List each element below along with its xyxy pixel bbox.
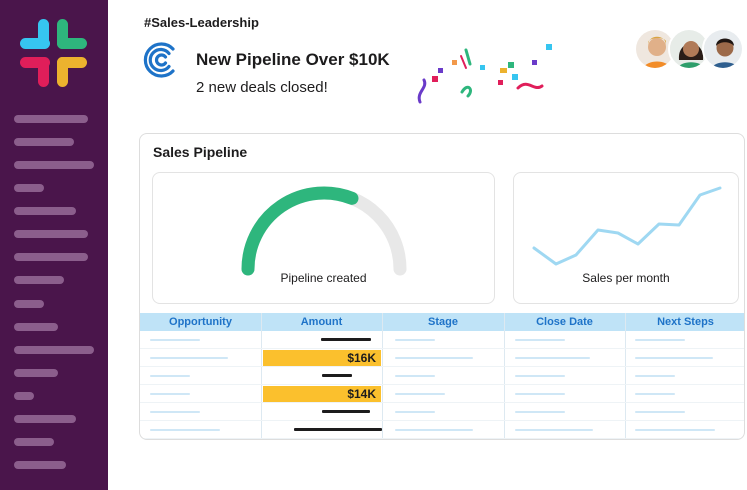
sidebar-item[interactable] [14,161,94,169]
sidebar-item[interactable] [14,346,94,354]
sidebar-item[interactable] [14,115,88,123]
sales-line-chart [532,186,722,266]
table-row[interactable]: $14K [140,385,744,403]
concentric-c-logo-icon [143,42,175,78]
sidebar-item[interactable] [14,369,58,377]
column-header-stage[interactable]: Stage [382,313,504,331]
sidebar-item[interactable] [14,184,44,192]
slack-logo-icon[interactable] [18,18,88,88]
line-chart-label: Sales per month [582,271,670,285]
gauge-track [241,186,407,276]
gauge-fill [241,186,359,276]
confetti-icon [417,44,552,104]
column-header-amount[interactable]: Amount [261,313,382,331]
card-title: Sales Pipeline [153,144,248,160]
table-header: Opportunity Amount Stage Close Date Next… [140,313,744,331]
sidebar-item[interactable] [14,276,64,284]
amount-cell: $14K [263,386,381,402]
sidebar-item[interactable] [14,392,34,400]
table-row[interactable] [140,367,744,385]
sidebar-item[interactable] [14,300,44,308]
channel-view: #Sales-Leadership New Pipeline Over $10K… [108,0,747,490]
table-row[interactable] [140,331,744,349]
sidebar-item[interactable] [14,207,76,215]
avatar[interactable] [702,28,744,70]
sidebar-item[interactable] [14,230,88,238]
sales-line-panel: Sales per month [513,172,739,304]
sidebar-item[interactable] [14,138,74,146]
gauge-label: Pipeline created [280,271,367,285]
sidebar-item[interactable] [14,438,54,446]
notification-subtitle: 2 new deals closed! [196,79,328,96]
sidebar-item[interactable] [14,415,76,423]
column-header-opportunity[interactable]: Opportunity [140,313,261,331]
notification-title: New Pipeline Over $10K [196,50,390,69]
amount-cell: $16K [263,350,381,366]
column-header-close-date[interactable]: Close Date [504,313,625,331]
table-row[interactable] [140,403,744,421]
table-row[interactable] [140,421,744,439]
workspace-sidebar [0,0,108,490]
sidebar-item[interactable] [14,253,88,261]
pipeline-gauge [241,186,407,276]
sales-pipeline-card: Sales Pipeline Pipeline created Sales pe… [139,133,745,440]
sidebar-item[interactable] [14,461,66,469]
column-header-next-steps[interactable]: Next Steps [625,313,744,331]
table-row[interactable]: $16K [140,349,744,367]
channel-name[interactable]: #Sales-Leadership [144,15,259,30]
sidebar-item[interactable] [14,323,58,331]
pipeline-gauge-panel: Pipeline created [152,172,495,304]
